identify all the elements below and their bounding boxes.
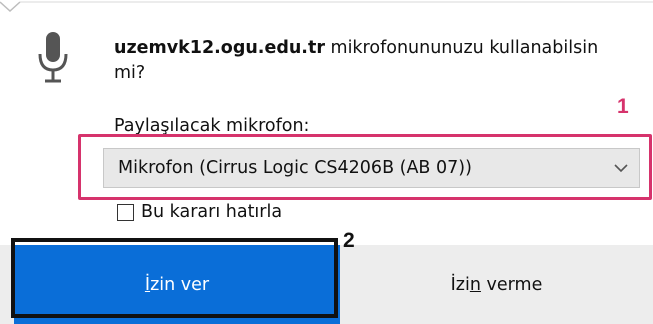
- allow-button-label: İzin ver: [144, 274, 210, 295]
- permission-message: uzemvk12.ogu.edu.tr mikrofonununuzu kull…: [114, 36, 634, 86]
- remember-decision[interactable]: Bu kararı hatırla: [117, 202, 282, 222]
- deny-button-label: İzin verme: [450, 274, 543, 295]
- microphone-icon: [38, 32, 68, 83]
- popup-arrow: [0, 1, 653, 12]
- annotation-number-2: 2: [343, 229, 355, 252]
- microphone-select-value: Mikrofon (Cirrus Logic CS4206B (AB 07)): [118, 158, 472, 178]
- microphone-label: Paylaşılacak mikrofon:: [114, 116, 310, 136]
- remember-checkbox[interactable]: [117, 203, 134, 221]
- allow-button[interactable]: İzin ver: [14, 245, 340, 324]
- chevron-down-icon: [614, 164, 628, 173]
- site-domain: uzemvk12.ogu.edu.tr: [114, 38, 325, 58]
- button-left-edge: [0, 245, 14, 324]
- deny-button[interactable]: İzin verme: [340, 245, 653, 324]
- microphone-select[interactable]: Mikrofon (Cirrus Logic CS4206B (AB 07)): [103, 148, 640, 188]
- remember-label: Bu kararı hatırla: [141, 202, 283, 222]
- annotation-number-1: 1: [617, 95, 629, 118]
